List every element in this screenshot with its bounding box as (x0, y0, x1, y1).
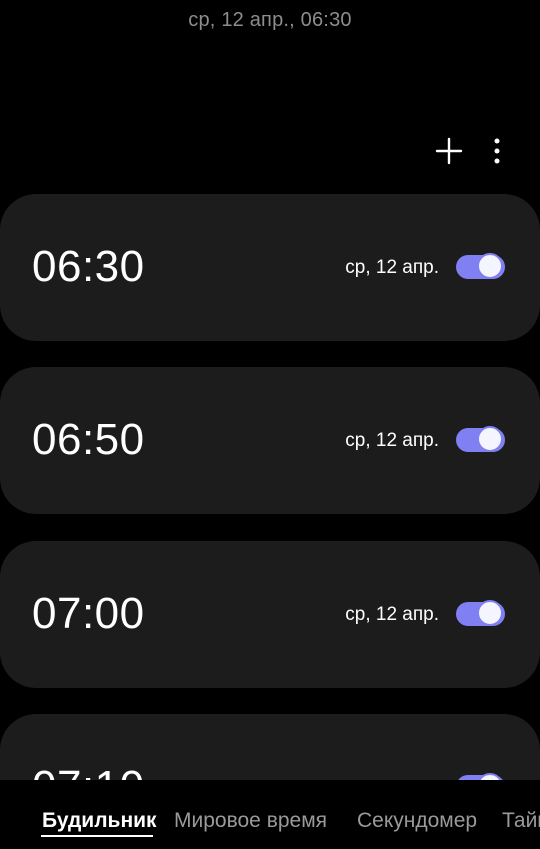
alarm-time: 07:00 (32, 589, 145, 638)
alarm-time: 07:10 (32, 762, 145, 780)
toggle-thumb (477, 426, 503, 452)
alarm-toggle[interactable] (456, 252, 505, 282)
tab-timer[interactable]: Таймер (502, 809, 540, 833)
alarm-date: ср, 12 апр. (345, 430, 439, 451)
tab-world-clock[interactable]: Мировое время (174, 809, 327, 833)
alarm-card[interactable]: 06:30 ср, 12 апр. (0, 194, 540, 341)
alarm-card[interactable]: 07:10 (0, 714, 540, 780)
bottom-tab-bar: Будильник Мировое время Секундомер Тайме… (0, 780, 540, 849)
alarm-time: 06:50 (32, 415, 145, 464)
tab-stopwatch[interactable]: Секундомер (357, 809, 477, 833)
alarm-toggle[interactable] (456, 425, 505, 455)
alarm-card[interactable]: 06:50 ср, 12 апр. (0, 367, 540, 514)
alarm-date: ср, 12 апр. (345, 604, 439, 625)
alarm-card[interactable]: 07:00 ср, 12 апр. (0, 541, 540, 688)
toggle-thumb (477, 600, 503, 626)
alarm-list[interactable]: 06:30 ср, 12 апр. 06:50 ср, 12 апр. 07:0… (0, 194, 540, 780)
active-tab-indicator (41, 835, 153, 837)
toggle-thumb (477, 253, 503, 279)
add-alarm-button[interactable] (431, 133, 467, 169)
more-vertical-icon (494, 138, 500, 164)
alarm-time: 06:30 (32, 242, 145, 291)
tab-alarm[interactable]: Будильник (42, 809, 157, 833)
alarm-toggle[interactable] (456, 599, 505, 629)
alarm-toggle[interactable] (456, 772, 505, 780)
status-datetime: ср, 12 апр., 06:30 (188, 9, 352, 31)
more-options-button[interactable] (479, 133, 515, 169)
plus-icon (435, 137, 463, 165)
alarm-date: ср, 12 апр. (345, 257, 439, 278)
